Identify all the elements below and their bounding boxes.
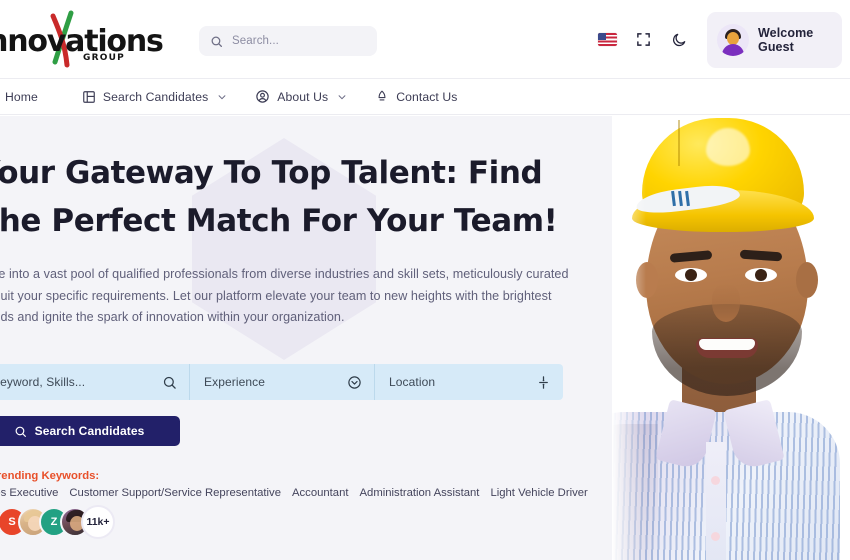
top-header: innovations GROUP Search... [0,0,850,79]
fullscreen-icon [636,33,650,46]
keyword-input[interactable]: Keyword, Skills... [0,364,190,400]
trending-keyword-link[interactable]: Accountant [292,487,349,499]
hero-photo [612,116,850,560]
page-root: innovations GROUP Search... [0,0,850,560]
hero-paragraph: Dive into a vast pool of qualified profe… [0,267,569,324]
trending-keyword-link[interactable]: Customer Support/Service Representative [69,487,281,499]
main-navigation: Home Search Candidates About Us Contact … [0,79,850,115]
nav-item-contact-us[interactable]: Contact Us [375,79,457,115]
trending-keyword-link[interactable]: Light Vehicle Driver [490,487,587,499]
brand-logo[interactable]: innovations GROUP [0,10,164,68]
experience-select[interactable]: Experience [190,364,375,400]
header-search-placeholder: Search... [232,35,279,47]
nav-label-home: Home [5,89,38,104]
chevron-down-icon [218,94,226,99]
hero-content-panel: Your Gateway To Top Talent: Find The Per… [0,116,612,560]
fullscreen-button[interactable] [625,22,661,58]
nav-item-about-us[interactable]: About Us [255,79,347,115]
header-search-input[interactable]: Search... [199,26,377,56]
nav-item-home[interactable]: Home [0,79,38,115]
search-icon [15,426,26,437]
trending-keyword-link[interactable]: Administration Assistant [360,487,480,499]
worker-illustration [612,116,850,560]
location-placeholder: Location [389,375,436,389]
search-button-label: Search Candidates [34,424,145,438]
chevron-down-circle-icon [348,375,361,389]
logo-subtitle: GROUP [83,53,125,63]
search-candidates-button[interactable]: Search Candidates [0,416,180,446]
nav-item-search-candidates[interactable]: Search Candidates [82,79,227,115]
rocket-icon [378,90,386,100]
candidate-search-form: Keyword, Skills... Experience Location [0,364,563,400]
page-title: Your Gateway To Top Talent: Find The Per… [0,149,618,245]
avatar-count-badge: 11k+ [81,505,115,539]
social-proof-avatars: S Z 11k+ [0,505,115,539]
header-actions: Welcome Guest [589,0,850,79]
trending-keyword-link[interactable]: Sales Executive [0,487,58,499]
user-menu[interactable]: Welcome Guest [707,11,842,68]
hero-section: Your Gateway To Top Talent: Find The Per… [0,116,850,560]
user-circle-icon [256,90,269,103]
trending-keywords: ➟ Trending Keywords: Sales ExecutiveCust… [0,468,588,502]
layout-icon [83,90,95,103]
trending-label: Trending Keywords: [0,470,100,482]
nav-label-search-candidates: Search Candidates [102,89,209,104]
search-icon [163,376,176,389]
language-selector[interactable] [589,22,625,58]
headline-line-1: Your Gateway To Top Talent: Find [0,155,543,191]
headline-line-2: The Perfect Match For Your Team! [0,203,558,239]
us-flag-icon [597,33,617,46]
nav-label-about-us: About Us [277,89,329,104]
chevron-down-icon [338,94,346,99]
location-target-icon [539,375,548,389]
search-icon [211,36,222,47]
location-input[interactable]: Location [375,364,563,400]
moon-icon [673,33,686,46]
nav-label-contact-us: Contact Us [396,89,458,104]
guest-avatar [717,23,749,56]
welcome-label: Welcome Guest [758,25,814,54]
keyword-placeholder: Keyword, Skills... [0,375,86,389]
experience-placeholder: Experience [204,375,266,389]
theme-toggle-button[interactable] [661,22,697,58]
logo-wordmark: innovations [0,24,164,59]
